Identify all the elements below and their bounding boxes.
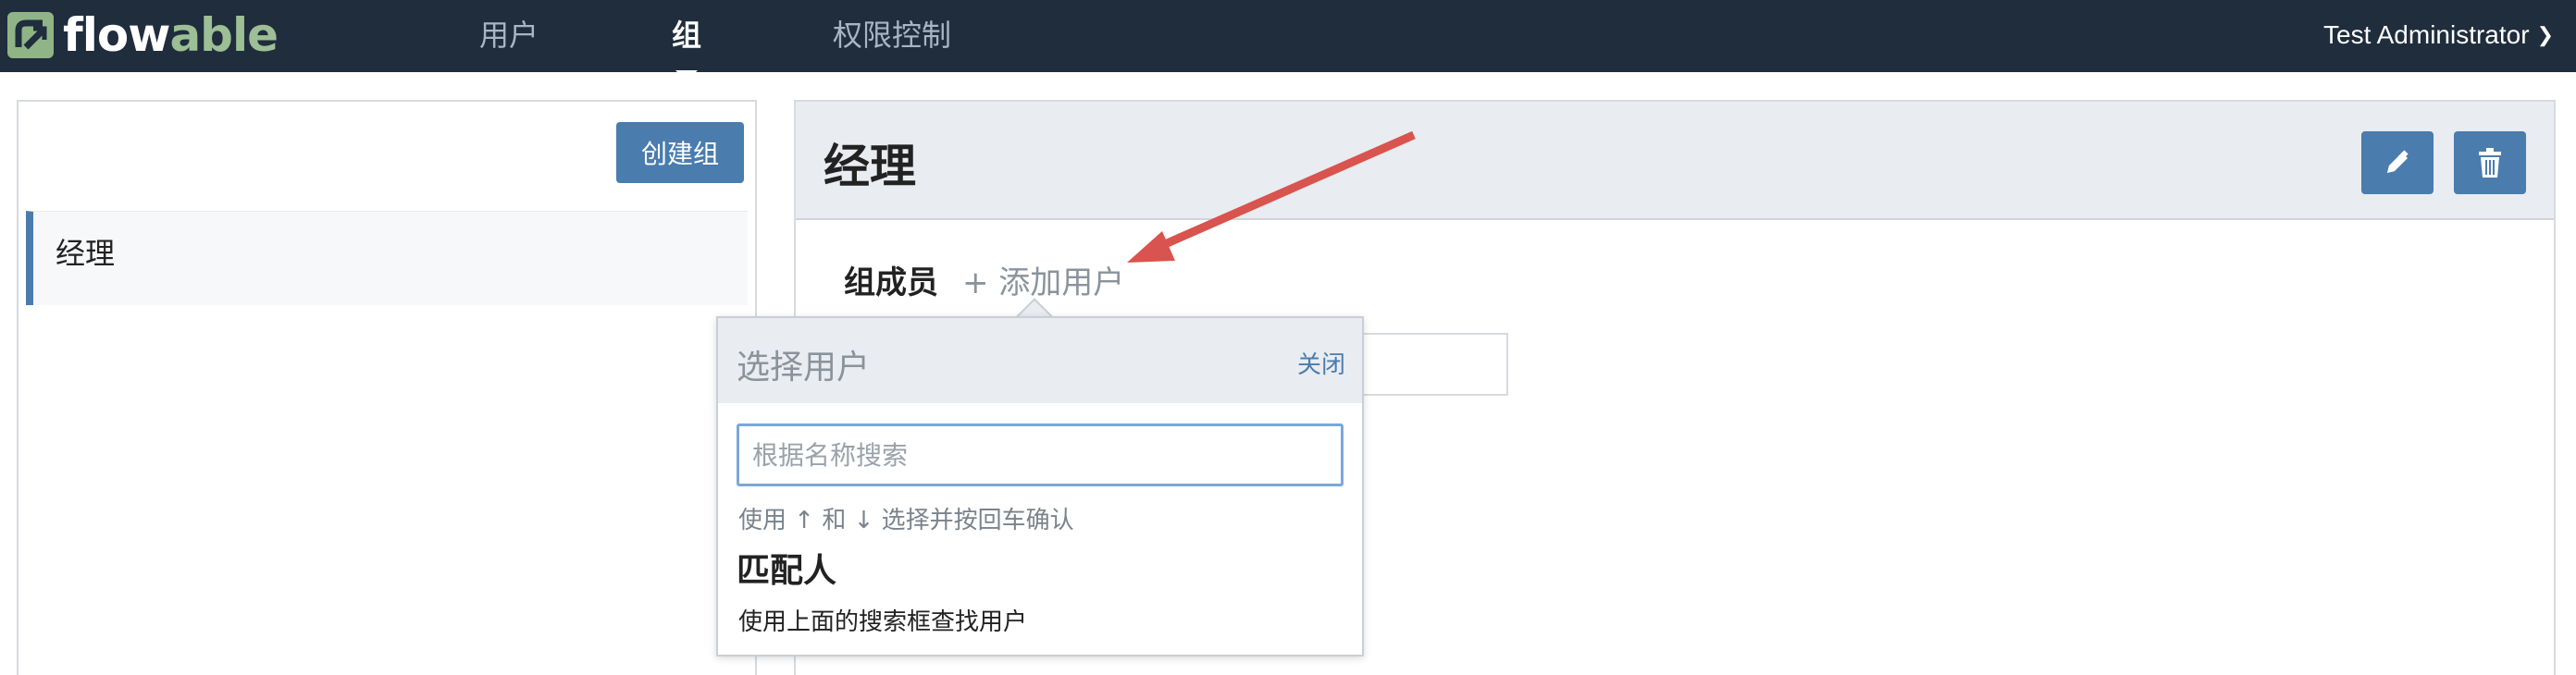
nav-item-groups[interactable]: 组 — [672, 17, 701, 54]
flowable-logo-icon — [7, 12, 54, 58]
logo-wordmark-tail: able — [169, 8, 279, 62]
matches-heading: 匹配人 — [737, 552, 837, 590]
pencil-icon — [2387, 150, 2409, 173]
group-list-item[interactable]: 经理 — [26, 211, 748, 305]
group-members-label: 组成员 — [844, 264, 938, 301]
group-list-item-label: 经理 — [56, 236, 116, 271]
popup-header: 选择用户 关闭 — [718, 318, 1362, 403]
add-user-link[interactable]: + 添加用户 — [962, 257, 1124, 302]
app-window: flowable 用户 组 权限控制 Test Administrator ❯ 创… — [0, 0, 2576, 675]
nav-item-privileges[interactable]: 权限控制 — [833, 17, 951, 54]
logo-wordmark-main: flow — [63, 8, 170, 62]
logo-wordmark: flowable — [63, 8, 279, 62]
popup-close-button[interactable]: 关闭 — [1297, 346, 1345, 380]
nav-item-users[interactable]: 用户 — [479, 17, 539, 54]
active-nav-caret — [675, 70, 698, 81]
member-filter-input[interactable] — [1351, 333, 1508, 396]
user-name: Test Administrator — [2323, 20, 2530, 49]
user-search-input[interactable] — [737, 423, 1344, 486]
popup-title: 选择用户 — [737, 349, 871, 387]
trash-icon — [2479, 148, 2501, 178]
chevron-down-icon: ❯ — [2536, 23, 2554, 46]
create-group-button[interactable]: 创建组 — [616, 122, 744, 183]
group-list-panel: 创建组 经理 — [17, 100, 757, 675]
keyboard-hint: 使用 ↑ 和 ↓ 选择并按回车确认 — [738, 507, 1074, 534]
edit-group-button[interactable] — [2361, 131, 2434, 194]
select-user-popup: 选择用户 关闭 使用 ↑ 和 ↓ 选择并按回车确认 匹配人 使用上面的搜索框查找… — [716, 316, 1364, 657]
top-navbar: flowable 用户 组 权限控制 Test Administrator ❯ — [0, 0, 2576, 81]
group-title: 经理 — [824, 140, 916, 193]
matches-description: 使用上面的搜索框查找用户 — [738, 608, 1028, 636]
group-detail-header: 经理 — [796, 102, 2554, 220]
user-menu[interactable]: Test Administrator ❯ — [2323, 17, 2554, 54]
flowable-logo[interactable]: flowable — [6, 8, 279, 62]
delete-group-button[interactable] — [2454, 131, 2526, 194]
